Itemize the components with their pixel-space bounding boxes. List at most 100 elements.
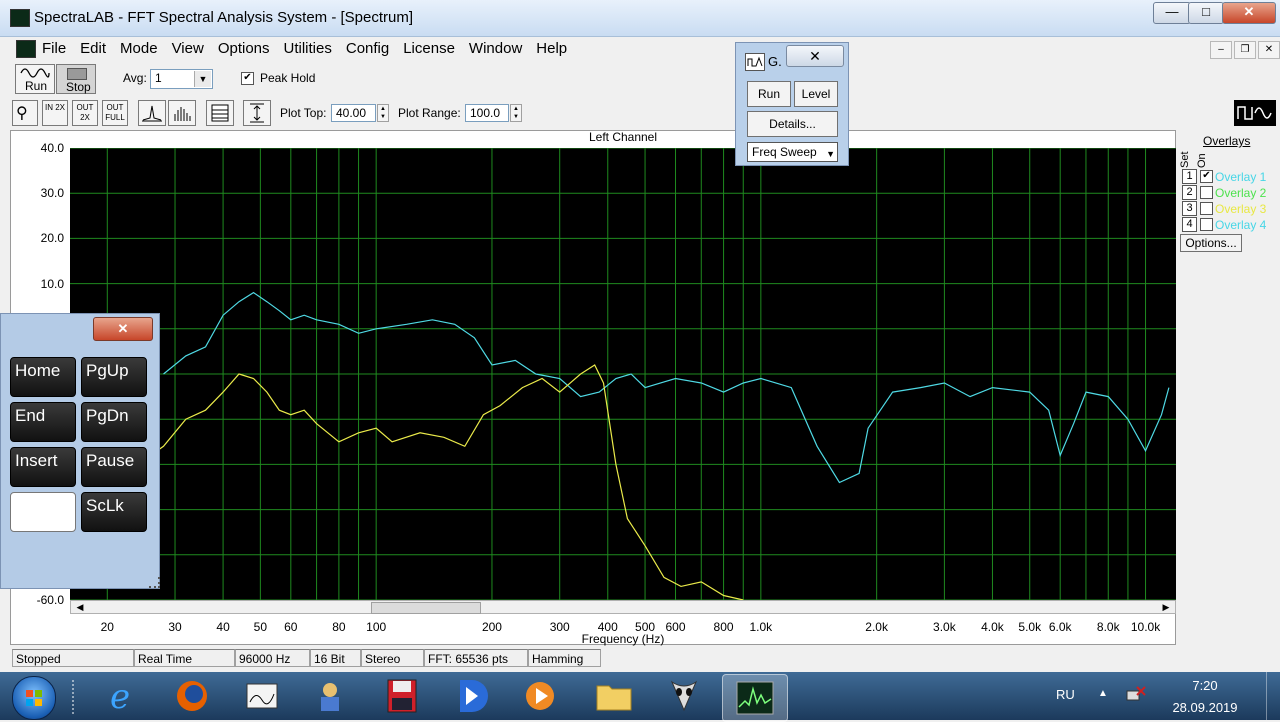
avg-label: Avg: (123, 71, 147, 85)
table-icon (211, 104, 229, 122)
peak-hold-label: Peak Hold (260, 71, 316, 85)
user-tool-icon[interactable] (312, 676, 352, 716)
maximize-button[interactable]: □ (1188, 2, 1224, 24)
document-icon[interactable] (16, 40, 36, 58)
generator-mode-select[interactable]: Freq Sweep ▼ (747, 142, 838, 162)
language-indicator[interactable]: RU (1056, 687, 1075, 702)
start-button[interactable] (12, 676, 56, 720)
overlay-on-checkbox-2[interactable] (1200, 186, 1213, 199)
overlay-set-4[interactable]: 4 (1182, 217, 1197, 232)
generator-icon (745, 53, 765, 71)
overlay-label-3: Overlay 3 (1215, 202, 1267, 216)
generator-details-button[interactable]: Details... (747, 111, 838, 137)
key-pgdn[interactable]: PgDn (81, 402, 147, 442)
close-button[interactable]: ✕ (1222, 2, 1276, 24)
bars-icon (174, 107, 191, 121)
minimize-button[interactable]: — (1153, 2, 1191, 24)
plot-top-label: Plot Top: (280, 106, 327, 120)
folder-icon[interactable] (594, 676, 634, 716)
menu-config[interactable]: Config (346, 38, 389, 60)
status-channels: Stereo (361, 649, 424, 667)
scroll-left-icon[interactable]: ◀ (71, 601, 89, 613)
overlay-on-checkbox-4[interactable] (1200, 218, 1213, 231)
overlay-on-checkbox-3[interactable] (1200, 202, 1213, 215)
stop-button[interactable]: Stop (56, 64, 96, 94)
zoom-in-2x-button[interactable]: IN 2X (42, 100, 68, 126)
chevron-down-icon[interactable]: ▼ (194, 71, 211, 87)
show-desktop-button[interactable] (1266, 672, 1280, 720)
zoom-out-full-button[interactable]: OUT FULL (102, 100, 128, 126)
y-tick-label: 40.0 (40, 141, 64, 155)
key-blank[interactable] (10, 492, 76, 532)
scale-button[interactable] (243, 100, 271, 126)
clock-time[interactable]: 7:20 (1170, 678, 1240, 693)
alien-app-icon[interactable] (664, 676, 704, 716)
mdi-restore-button[interactable]: ❐ (1234, 41, 1256, 59)
menu-help[interactable]: Help (536, 38, 567, 60)
peak-hold-checkbox[interactable]: ✔ (241, 72, 254, 85)
sine-wave-icon (20, 68, 50, 78)
scroll-right-icon[interactable]: ▶ (1157, 601, 1175, 613)
plot-top-input[interactable]: 40.00 (331, 104, 376, 122)
menu-options[interactable]: Options (218, 38, 270, 60)
key-sclk[interactable]: ScLk (81, 492, 147, 532)
svg-text:e: e (110, 677, 130, 716)
signature-app-icon[interactable] (242, 676, 282, 716)
overlay-options-button[interactable]: Options... (1180, 234, 1242, 252)
internet-explorer-icon[interactable]: e (104, 676, 144, 717)
resize-grip-icon[interactable] (149, 577, 160, 588)
key-pgup[interactable]: PgUp (81, 357, 147, 397)
chevron-down-icon[interactable]: ▼ (826, 145, 835, 163)
key-pause[interactable]: Pause (81, 447, 147, 487)
plot-range-spinner[interactable]: ▲ ▼ (510, 104, 522, 122)
run-button[interactable]: Run (15, 64, 55, 94)
overlay-set-1[interactable]: 1 (1182, 169, 1197, 184)
overlay-set-header: Set (1179, 151, 1191, 168)
plot-top-spinner[interactable]: ▲ ▼ (377, 104, 389, 122)
horizontal-scrollbar[interactable]: ◀ ▶ (70, 600, 1176, 614)
generator-mode-value: Freq Sweep (752, 145, 817, 159)
generator-level-button[interactable]: Level (794, 81, 838, 107)
plot-range-input[interactable]: 100.0 (465, 104, 509, 122)
overlay-on-checkbox-1[interactable]: ✔ (1200, 170, 1213, 183)
bar-plot-button[interactable] (168, 100, 196, 126)
mdi-close-button[interactable]: ✕ (1258, 41, 1280, 59)
line-plot-button[interactable] (138, 100, 166, 126)
media-player-icon[interactable] (520, 676, 560, 716)
generator-close-button[interactable]: ✕ (786, 45, 844, 67)
zoom-button[interactable]: ⚲ (12, 100, 38, 126)
key-insert[interactable]: Insert (10, 447, 76, 487)
menu-utilities[interactable]: Utilities (284, 38, 332, 60)
firefox-icon[interactable] (172, 676, 212, 716)
menu-mode[interactable]: Mode (120, 38, 158, 60)
spectrum-plot[interactable] (70, 148, 1176, 600)
mdi-minimize-button[interactable]: – (1210, 41, 1232, 59)
key-end[interactable]: End (10, 402, 76, 442)
menu-file[interactable]: File (42, 38, 66, 60)
spectralab-task-button[interactable] (722, 674, 788, 722)
floppy-disk-icon[interactable] (382, 676, 422, 716)
avg-select[interactable]: 1 ▼ (150, 69, 213, 89)
d-app-icon[interactable] (452, 676, 492, 716)
key-home[interactable]: Home (10, 357, 76, 397)
spectrum-app-icon (736, 681, 774, 715)
keypad-close-button[interactable]: ✕ (93, 317, 153, 341)
menu-view[interactable]: View (172, 38, 204, 60)
zoom-out-2x-button[interactable]: OUT 2X (72, 100, 98, 126)
signal-generator-button[interactable] (1234, 100, 1276, 126)
spectrum-series-2 (106, 364, 744, 600)
menu-license[interactable]: License (403, 38, 455, 60)
table-view-button[interactable] (206, 100, 234, 126)
scroll-thumb[interactable] (371, 602, 481, 614)
clock-date[interactable]: 28.09.2019 (1160, 700, 1250, 715)
generator-run-button[interactable]: Run (747, 81, 791, 107)
overlay-label-1: Overlay 1 (1215, 170, 1267, 184)
menu-bar: File Edit Mode View Options Utilities Config Li… (10, 38, 1280, 60)
menu-edit[interactable]: Edit (80, 38, 106, 60)
overlay-set-2[interactable]: 2 (1182, 185, 1197, 200)
overlay-set-3[interactable]: 3 (1182, 201, 1197, 216)
tray-expand-icon[interactable]: ▲ (1098, 688, 1108, 699)
network-icon[interactable] (1126, 685, 1146, 703)
app-icon[interactable] (10, 9, 30, 27)
menu-window[interactable]: Window (469, 38, 522, 60)
